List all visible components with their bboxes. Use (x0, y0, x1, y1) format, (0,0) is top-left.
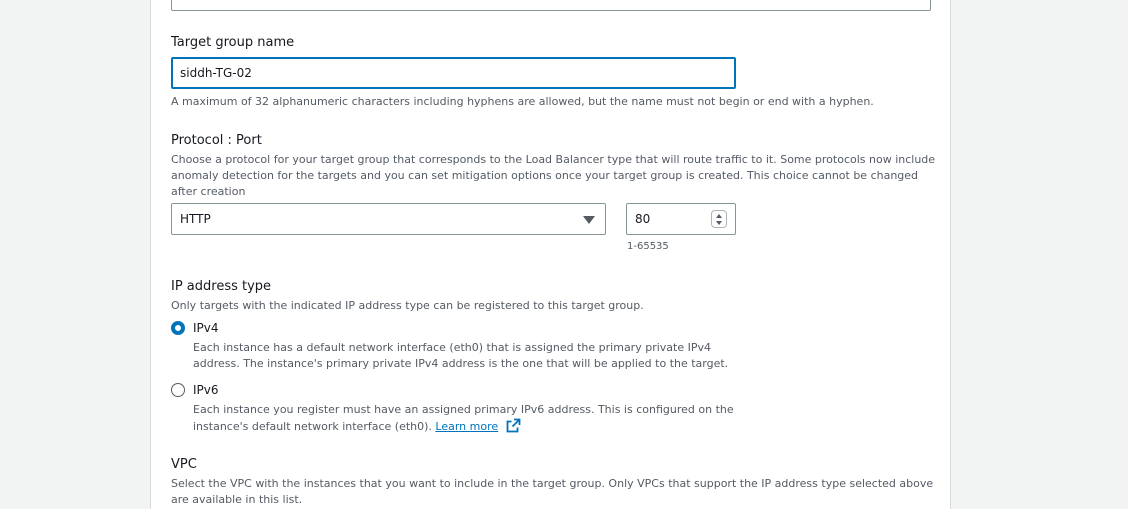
target-group-name-hint: A maximum of 32 alphanumeric characters … (171, 95, 874, 108)
protocol-select[interactable]: HTTP (171, 203, 606, 235)
protocol-port-description-line-3: after creation (171, 185, 246, 198)
protocol-port-description-line-1: Choose a protocol for your target group … (171, 153, 936, 166)
ipv6-description-line-2: instance's default network interface (et… (193, 418, 521, 435)
ipv6-radio[interactable] (171, 383, 185, 397)
vpc-label: VPC (171, 457, 197, 472)
port-range-hint: 1-65535 (627, 241, 669, 252)
ipv4-label[interactable]: IPv4 (193, 321, 219, 335)
vpc-description-line-2: are available in this list. (171, 493, 303, 506)
port-field[interactable] (626, 203, 736, 235)
port-input[interactable] (627, 204, 707, 234)
chevron-up-icon (716, 214, 722, 218)
ipv4-description-line-2: address. The instance's primary private … (193, 357, 729, 370)
target-group-name-label: Target group name (171, 35, 295, 50)
chevron-down-icon (716, 221, 722, 225)
ipv6-label[interactable]: IPv6 (193, 383, 219, 397)
protocol-port-description-line-2: anomaly detection for the targets and yo… (171, 169, 919, 182)
spinner-icon[interactable] (711, 210, 727, 228)
target-group-name-field[interactable] (171, 57, 736, 89)
protocol-selected-value: HTTP (180, 212, 211, 226)
external-link-icon[interactable] (506, 418, 521, 433)
ip-address-type-label: IP address type (171, 279, 272, 294)
ipv4-description-line-1: Each instance has a default network inte… (193, 341, 711, 354)
ip-address-type-description: Only targets with the indicated IP addre… (171, 299, 644, 312)
vpc-description-line-1: Select the VPC with the instances that y… (171, 477, 934, 490)
ipv6-description-text: instance's default network interface (et… (193, 420, 432, 433)
ipv4-radio[interactable] (171, 321, 185, 335)
previous-input-field[interactable] (171, 0, 931, 11)
learn-more-link[interactable]: Learn more (435, 420, 498, 433)
caret-down-icon (583, 216, 595, 224)
ipv6-description-line-1: Each instance you register must have an … (193, 403, 734, 416)
protocol-port-label: Protocol : Port (171, 133, 262, 148)
target-group-name-input[interactable] (173, 59, 734, 87)
